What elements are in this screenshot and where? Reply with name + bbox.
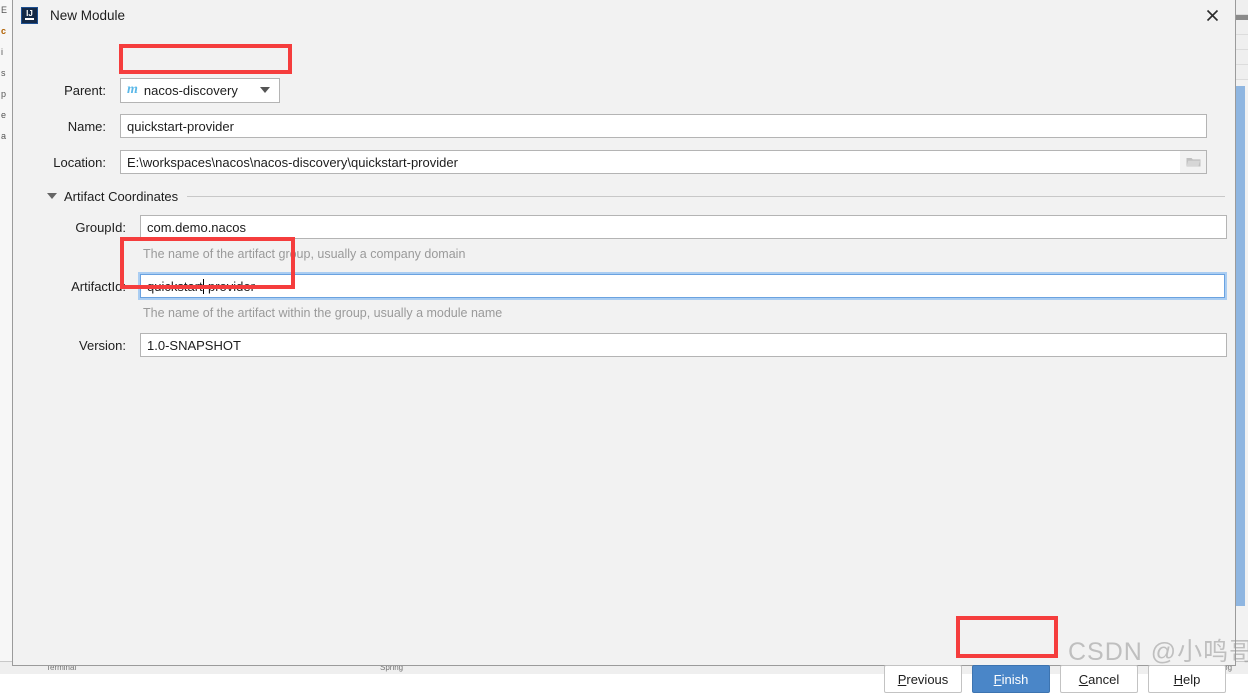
artifactid-label: ArtifactId: xyxy=(71,278,126,294)
groupid-row: GroupId: com.demo.nacos xyxy=(13,215,1229,239)
artifactid-input[interactable]: quickstart -provider xyxy=(138,272,1227,300)
groupid-hint: The name of the artifact group, usually … xyxy=(143,247,466,261)
name-row: Name: quickstart-provider xyxy=(13,114,1229,138)
maven-module-icon: m xyxy=(127,82,138,97)
parent-combobox-value: nacos-discovery xyxy=(143,82,238,98)
artifactid-row: ArtifactId: quickstart -provider xyxy=(13,272,1231,300)
artifactid-input-value: quickstart xyxy=(147,278,203,294)
chevron-down-icon[interactable] xyxy=(260,87,270,93)
name-label: Name: xyxy=(67,118,106,134)
location-row: Location: E:\workspaces\nacos\nacos-disc… xyxy=(13,150,1229,174)
ide-left-fragment: s xyxy=(1,68,6,78)
dialog-title: New Module xyxy=(50,8,126,23)
previous-button[interactable]: Previous xyxy=(884,665,962,693)
triangle-down-icon[interactable] xyxy=(47,193,57,199)
help-button[interactable]: Help xyxy=(1148,665,1226,693)
location-input[interactable]: E:\workspaces\nacos\nacos-discovery\quic… xyxy=(120,150,1180,174)
groupid-input[interactable]: com.demo.nacos xyxy=(140,215,1227,239)
artifact-coordinates-section-header[interactable]: Artifact Coordinates xyxy=(47,187,1229,205)
location-browse-button[interactable] xyxy=(1180,150,1207,174)
close-icon xyxy=(1206,9,1219,22)
parent-label: Parent: xyxy=(64,82,106,98)
location-input-value: E:\workspaces\nacos\nacos-discovery\quic… xyxy=(127,154,458,170)
version-label: Version: xyxy=(79,337,126,353)
parent-combobox[interactable]: m nacos-discovery xyxy=(120,77,280,103)
ide-left-fragment: p xyxy=(1,89,7,99)
name-input[interactable]: quickstart-provider xyxy=(120,114,1207,138)
ide-left-fragment: i xyxy=(1,47,3,57)
groupid-input-value: com.demo.nacos xyxy=(147,219,246,235)
new-module-dialog: IJ New Module Parent: m nacos-discovery … xyxy=(12,0,1236,693)
artifactid-input-value-tail: -provider xyxy=(203,278,255,294)
intellij-idea-icon-letters: IJ xyxy=(26,9,33,18)
dialog-footer: Previous Finish Cancel Help xyxy=(13,657,1237,698)
location-label: Location: xyxy=(53,154,106,170)
section-divider xyxy=(187,195,1225,197)
folder-icon xyxy=(1186,158,1200,167)
ide-left-fragment: e xyxy=(1,110,7,120)
intellij-idea-icon: IJ xyxy=(21,7,38,24)
ide-left-fragment: a xyxy=(1,131,7,141)
cancel-button[interactable]: Cancel xyxy=(1060,665,1138,693)
intellij-idea-icon-bar xyxy=(25,18,34,20)
version-input[interactable]: 1.0-SNAPSHOT xyxy=(140,333,1227,357)
finish-button[interactable]: Finish xyxy=(972,665,1050,693)
groupid-label: GroupId: xyxy=(75,219,126,235)
dialog-titlebar: IJ New Module xyxy=(13,0,1235,32)
ide-left-sliver: E c i s p e a xyxy=(0,0,12,674)
version-input-value: 1.0-SNAPSHOT xyxy=(147,337,241,353)
artifactid-hint: The name of the artifact within the grou… xyxy=(143,306,503,320)
dialog-content: Parent: m nacos-discovery Name: quicksta… xyxy=(13,32,1235,693)
close-button[interactable] xyxy=(1190,0,1235,31)
parent-row: Parent: m nacos-discovery xyxy=(13,77,1217,103)
ide-left-fragment: E xyxy=(1,5,8,15)
ide-left-fragment: c xyxy=(1,26,7,36)
artifact-coordinates-title: Artifact Coordinates xyxy=(64,188,179,204)
name-input-value: quickstart-provider xyxy=(127,118,234,134)
version-row: Version: 1.0-SNAPSHOT xyxy=(13,333,1229,357)
